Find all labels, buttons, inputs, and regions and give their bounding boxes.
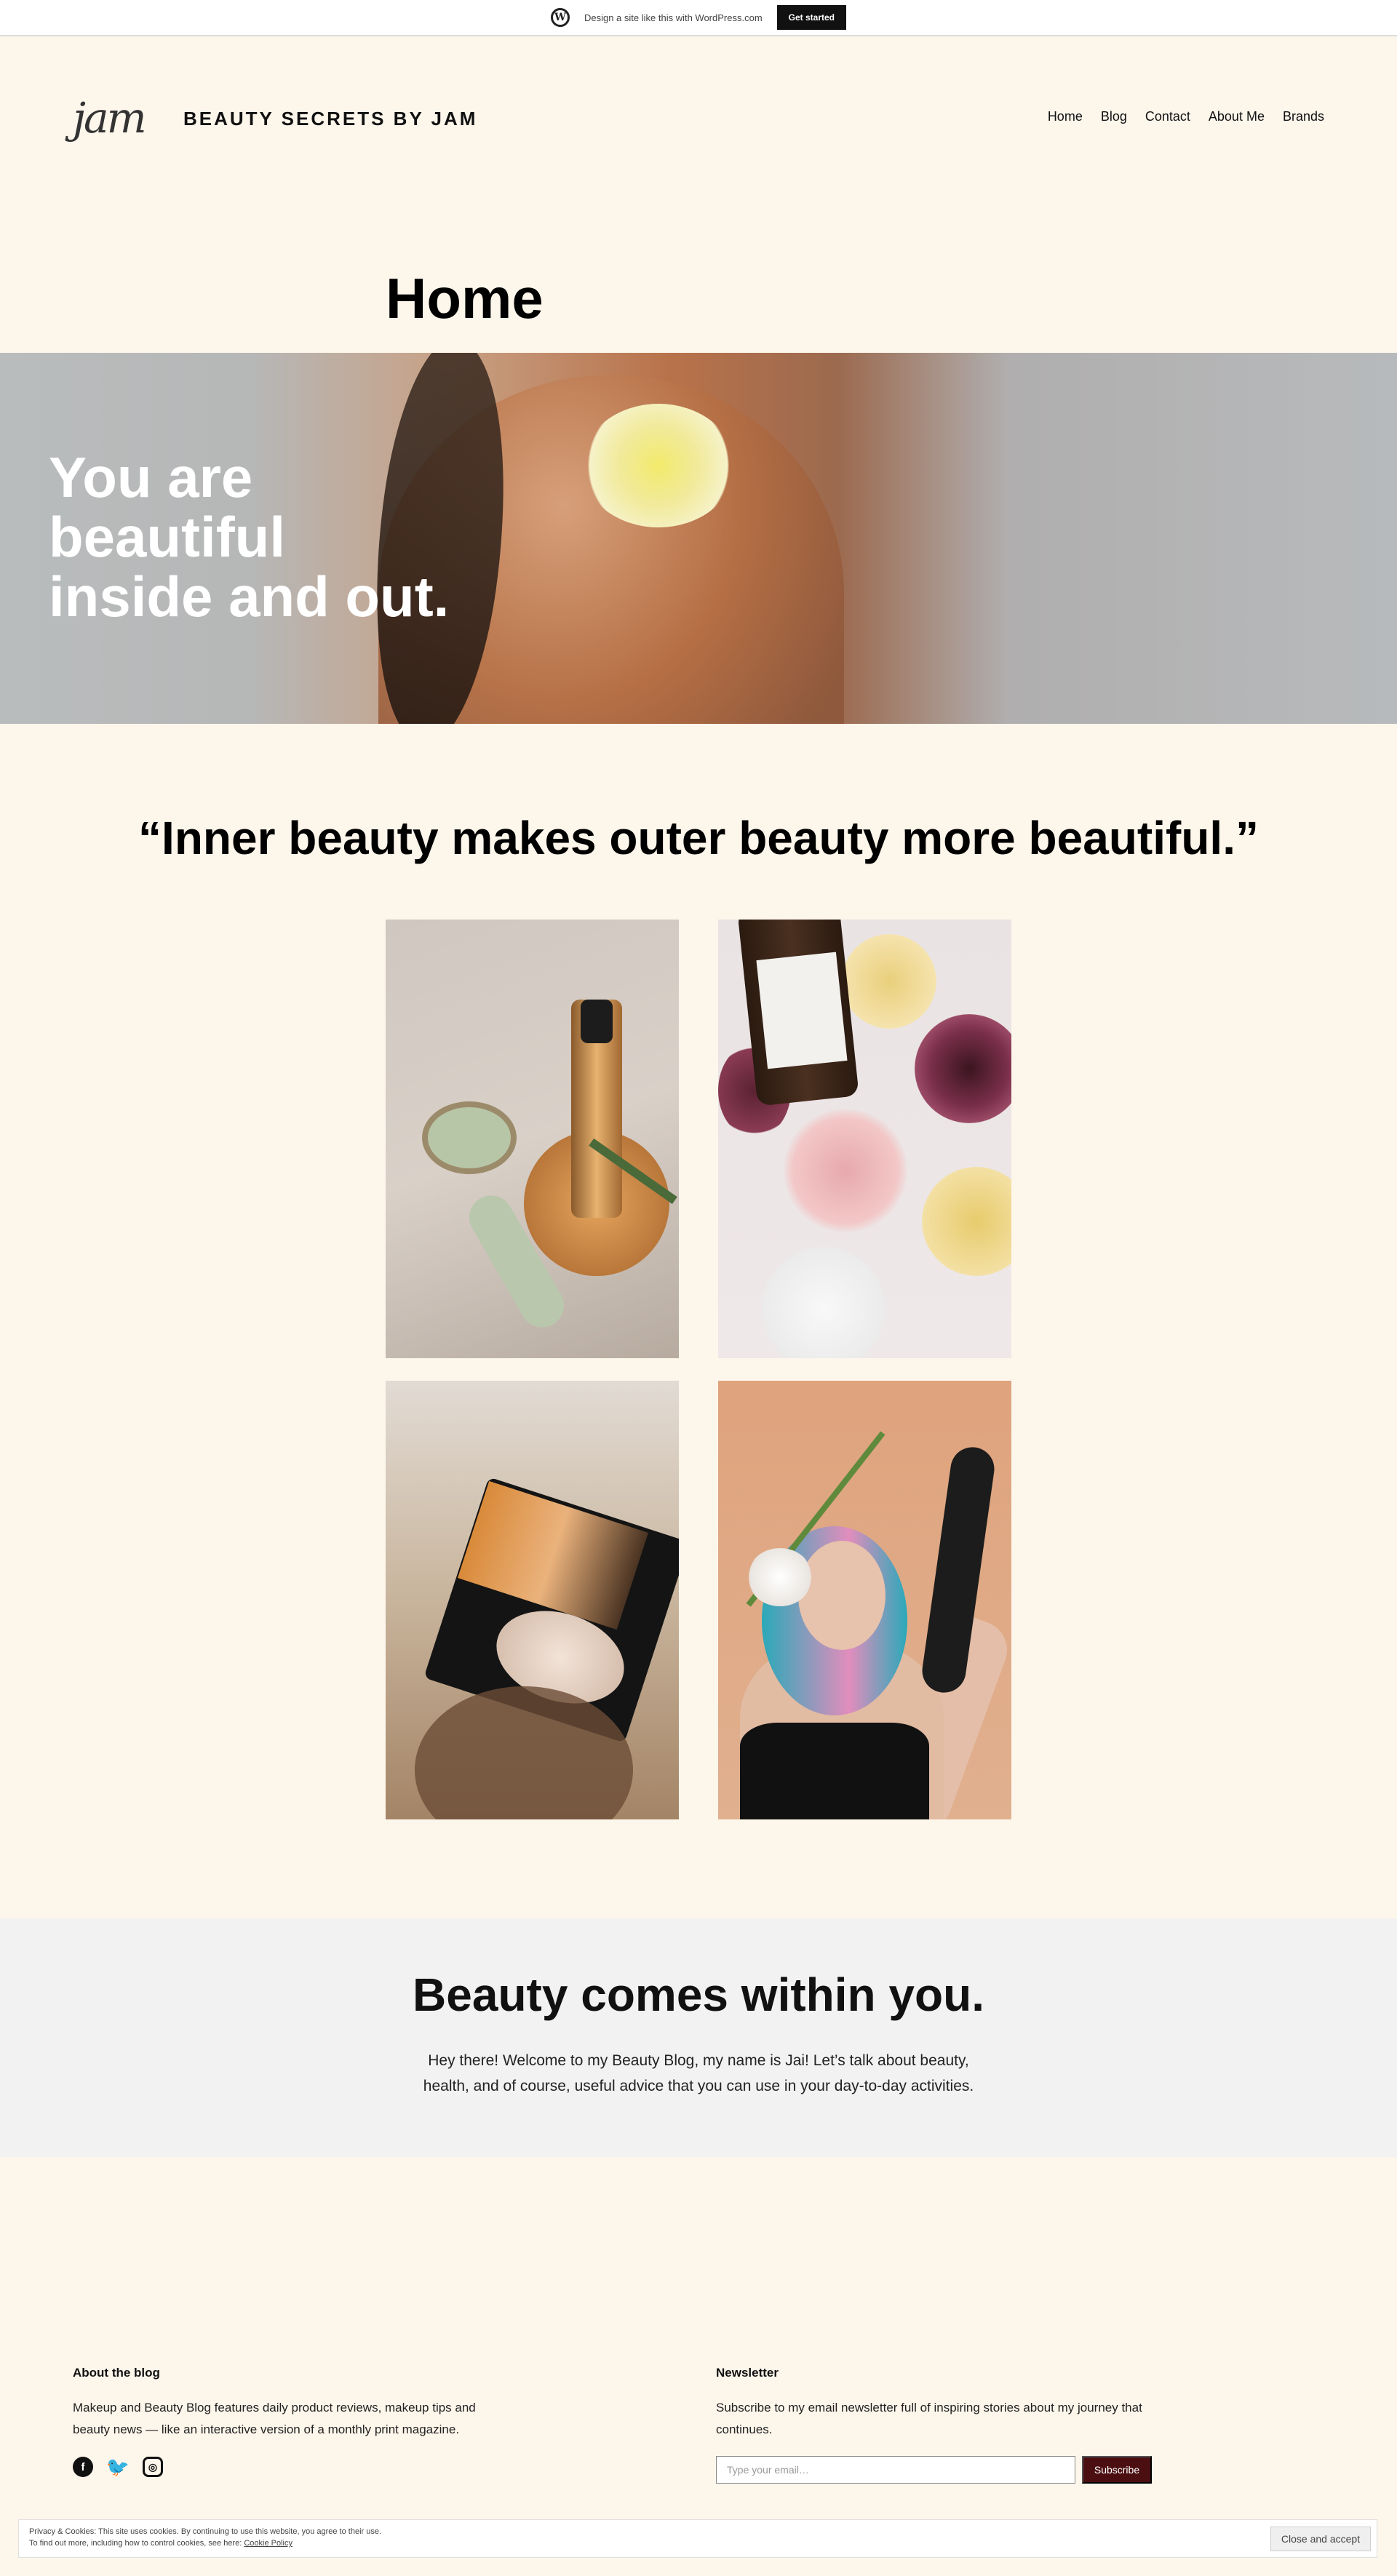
wordpress-promo-bar: W Design a site like this with WordPress… xyxy=(0,0,1397,36)
social-links: f 🐦 ◎ xyxy=(73,2456,163,2478)
photo-flower xyxy=(922,1167,1011,1276)
about-blog-text: Makeup and Beauty Blog features daily pr… xyxy=(73,2401,476,2436)
instagram-icon[interactable]: ◎ xyxy=(143,2457,163,2477)
intro-heading: Beauty comes within you. xyxy=(413,1969,984,2021)
photo-bottle-label xyxy=(756,952,848,1069)
close-and-accept-button[interactable]: Close and accept xyxy=(1270,2527,1371,2551)
get-started-button[interactable]: Get started xyxy=(776,5,847,30)
hero-heading: You are beautiful inside and out. xyxy=(49,447,456,626)
nav-contact[interactable]: Contact xyxy=(1145,109,1190,124)
main-nav: Home Blog Contact About Me Brands xyxy=(1048,109,1324,124)
nav-about-me[interactable]: About Me xyxy=(1209,109,1265,124)
nav-blog[interactable]: Blog xyxy=(1101,109,1127,124)
newsletter-heading: Newsletter xyxy=(716,2366,779,2380)
hero-cover: You are beautiful inside and out. xyxy=(0,353,1397,724)
wordpress-promo-text: Design a site like this with WordPress.c… xyxy=(584,12,763,23)
cookie-text-prefix: To find out more, including how to contr… xyxy=(29,2539,244,2548)
gallery-image-compact-mirror[interactable] xyxy=(386,1381,679,1819)
nav-brands[interactable]: Brands xyxy=(1283,109,1324,124)
cookie-text-more: To find out more, including how to contr… xyxy=(29,2539,292,2548)
intro-text: Hey there! Welcome to my Beauty Blog, my… xyxy=(423,2052,974,2094)
site-title[interactable]: BEAUTY SECRETS BY JAM xyxy=(183,108,477,130)
photo-lipstick-tip xyxy=(581,1000,613,1043)
newsletter-text: Subscribe to my email newsletter full of… xyxy=(716,2401,1142,2436)
gallery-image-woman-flowers[interactable] xyxy=(718,1381,1011,1819)
photo-flower xyxy=(915,1014,1011,1123)
photo-bouquet xyxy=(747,1548,813,1606)
hero-line: beautiful xyxy=(49,505,285,569)
photo-jade-roller xyxy=(422,1101,517,1174)
page-title: Home xyxy=(386,266,544,330)
subscribe-button[interactable]: Subscribe xyxy=(1082,2456,1152,2484)
facebook-icon[interactable]: f xyxy=(73,2457,93,2477)
hero-line: inside and out. xyxy=(49,565,450,629)
about-blog-heading: About the blog xyxy=(73,2366,160,2380)
cookie-policy-link[interactable]: Cookie Policy xyxy=(244,2539,292,2548)
email-input[interactable]: Type your email… xyxy=(716,2456,1075,2484)
site-logo[interactable]: jam xyxy=(73,93,147,143)
photo-flower xyxy=(784,1109,907,1232)
email-placeholder: Type your email… xyxy=(727,2464,809,2476)
cookie-banner: Privacy & Cookies: This site uses cookie… xyxy=(18,2519,1377,2558)
intro-band xyxy=(0,1918,1397,2157)
hero-line: You are xyxy=(49,445,253,509)
photo-flower xyxy=(842,934,936,1029)
gallery-image-serum-flowers[interactable] xyxy=(718,920,1011,1358)
twitter-icon[interactable]: 🐦 xyxy=(106,2456,130,2478)
cookie-text: Privacy & Cookies: This site uses cookie… xyxy=(29,2527,382,2536)
gallery-image-jade-roller[interactable] xyxy=(386,920,679,1358)
photo-flower xyxy=(762,1247,885,1358)
photo-dress xyxy=(740,1723,929,1819)
photo-face xyxy=(798,1541,885,1650)
nav-home[interactable]: Home xyxy=(1048,109,1083,124)
quote-heading: “Inner beauty makes outer beauty more be… xyxy=(138,812,1259,864)
hero-photo-flower xyxy=(582,404,735,527)
wordpress-logo-icon[interactable]: W xyxy=(550,8,570,27)
